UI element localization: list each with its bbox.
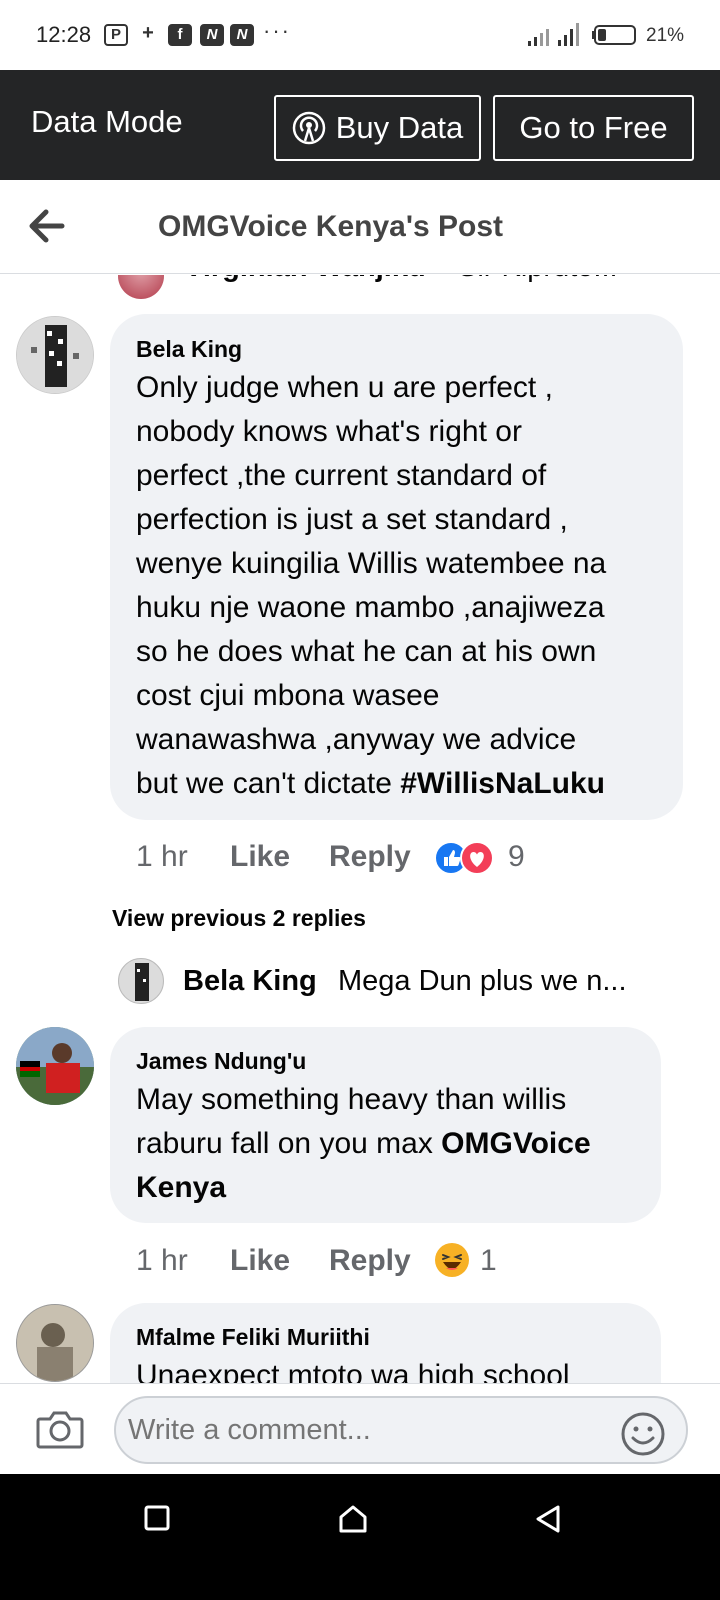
reply-preview: Sir Kipruto... <box>458 275 618 284</box>
like-button[interactable]: Like <box>230 1244 290 1278</box>
emoji-icon[interactable] <box>620 1411 666 1457</box>
haha-reaction-icon[interactable] <box>434 1242 470 1278</box>
go-to-free-button[interactable]: Go to Free <box>493 95 694 161</box>
avatar[interactable] <box>16 1304 94 1382</box>
comment-text: Unaexpect mtoto wa high school <box>136 1359 570 1383</box>
more-notifications-icon: ··· <box>263 18 291 43</box>
data-mode-label: Data Mode <box>31 104 183 139</box>
reply-preview: Mega Dun plus we n... <box>338 965 627 997</box>
comment-body: Only judge when u are perfect , nobody k… <box>136 371 607 800</box>
camera-icon[interactable] <box>36 1409 84 1449</box>
page-title: OMGVoice Kenya's Post <box>158 210 504 243</box>
post-header: OMGVoice Kenya's Post <box>0 180 720 274</box>
top-reply[interactable]: Virginiah Wanjiku Sir Kipruto... <box>0 275 720 299</box>
data-mode-bar: Data Mode Buy Data Go to Free <box>0 70 720 180</box>
nested-reply[interactable]: Bela King Mega Dun plus we n... <box>0 953 720 1009</box>
love-reaction-icon <box>460 841 494 875</box>
signal-icon <box>528 29 549 46</box>
comment-author[interactable]: James Ndung'u <box>136 1048 306 1075</box>
avatar[interactable] <box>118 275 164 299</box>
buy-data-label: Buy Data <box>335 110 464 145</box>
avatar[interactable] <box>16 316 94 394</box>
reply-author[interactable]: Bela King <box>183 965 317 998</box>
back-arrow-icon[interactable] <box>28 208 66 244</box>
comments-list[interactable]: Virginiah Wanjiku Sir Kipruto... Bela Ki… <box>0 275 720 1383</box>
comment-mention-2[interactable]: Kenya <box>136 1171 226 1204</box>
like-button[interactable]: Like <box>230 840 290 874</box>
buy-data-button[interactable]: Buy Data <box>274 95 481 161</box>
comment-hashtag[interactable]: #WillisNaLuku <box>400 767 605 800</box>
home-icon[interactable] <box>338 1504 368 1534</box>
comment-author[interactable]: Mfalme Feliki Muriithi <box>136 1324 370 1351</box>
comment-input[interactable] <box>114 1396 688 1464</box>
recent-apps-icon[interactable] <box>144 1504 170 1532</box>
notification-icon-n2: N <box>230 24 254 46</box>
view-previous-replies[interactable]: View previous 2 replies <box>112 905 366 932</box>
reply-author[interactable]: Virginiah Wanjiku <box>184 275 426 284</box>
notification-icon-add-user: + <box>142 22 154 44</box>
avatar-image <box>135 963 149 1001</box>
status-time: 12:28 <box>36 22 92 47</box>
status-bar: 12:28 P + f N N ··· 21% <box>0 0 720 70</box>
reply-button[interactable]: Reply <box>329 1244 411 1278</box>
avatar[interactable] <box>118 958 164 1004</box>
comment-time: 1 hr <box>136 840 188 873</box>
comment-mention[interactable]: OMGVoice <box>441 1127 590 1160</box>
go-to-free-label: Go to Free <box>519 110 668 145</box>
notification-icon-n1: N <box>200 24 224 46</box>
comment-text: May something heavy than willis raburu f… <box>136 1078 656 1210</box>
avatar[interactable] <box>16 1027 94 1105</box>
reaction-count: 1 <box>480 1244 497 1277</box>
avatar-image <box>17 317 93 393</box>
battery-icon <box>594 25 636 45</box>
reaction-count: 9 <box>508 840 525 873</box>
notification-icon-p: P <box>104 24 128 46</box>
signal-icon-2 <box>558 23 579 46</box>
android-nav-bar <box>0 1474 720 1600</box>
signal-tower-icon <box>292 111 325 145</box>
comment-text: Only judge when u are perfect , nobody k… <box>136 366 676 806</box>
comment-composer <box>0 1383 720 1474</box>
avatar-image <box>17 1305 93 1381</box>
comment-author[interactable]: Bela King <box>136 336 242 363</box>
back-nav-icon[interactable] <box>534 1504 562 1534</box>
comment-time: 1 hr <box>136 1244 188 1277</box>
avatar-image <box>16 1027 94 1105</box>
battery-percent: 21% <box>646 25 685 46</box>
notification-icon-facebook: f <box>168 24 192 46</box>
reply-button[interactable]: Reply <box>329 840 411 874</box>
